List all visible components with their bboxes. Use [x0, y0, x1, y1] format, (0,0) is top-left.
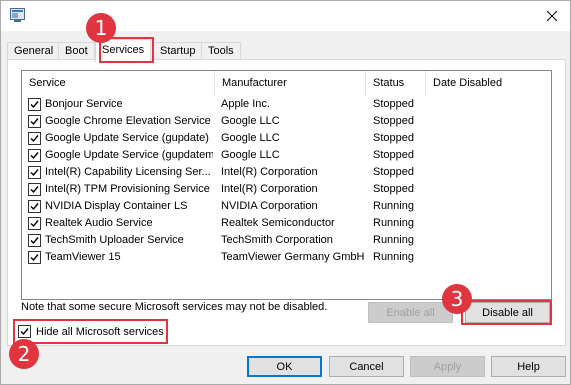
service-name: Google Update Service (gupdatem) [45, 149, 213, 161]
close-icon [547, 11, 557, 21]
service-status: Stopped [373, 115, 414, 127]
table-row[interactable]: NVIDIA Display Container LS NVIDIA Corpor… [22, 198, 551, 215]
hide-microsoft-services-check[interactable] [18, 325, 31, 338]
disable-all-button[interactable]: Disable all [465, 302, 550, 323]
service-name: Intel(R) TPM Provisioning Service [45, 183, 210, 195]
service-manufacturer: Google LLC [221, 115, 280, 127]
service-date-disabled [432, 113, 547, 130]
service-date-disabled [432, 198, 547, 215]
checkmark-icon [20, 328, 29, 336]
msconfig-icon [10, 8, 25, 22]
column-header-service[interactable]: Service [22, 71, 215, 96]
service-date-disabled [432, 215, 547, 232]
checkmark-icon [30, 152, 39, 160]
service-status: Running [373, 200, 414, 212]
service-checkbox[interactable] [28, 200, 41, 213]
service-status: Running [373, 251, 414, 263]
checkmark-icon [30, 101, 39, 109]
service-manufacturer: Intel(R) Corporation [221, 166, 318, 178]
enable-all-button[interactable]: Enable all [368, 302, 453, 323]
checkmark-icon [30, 254, 39, 262]
service-date-disabled [432, 96, 547, 113]
service-manufacturer: TeamViewer Germany GmbH [221, 251, 365, 263]
service-name: Realtek Audio Service [45, 217, 153, 229]
checkmark-icon [30, 118, 39, 126]
service-name: Bonjour Service [45, 98, 123, 110]
service-manufacturer: Google LLC [221, 132, 280, 144]
service-date-disabled [432, 249, 547, 266]
service-name: Intel(R) Capability Licensing Ser... [45, 166, 211, 178]
column-header-manufacturer[interactable]: Manufacturer [215, 71, 366, 96]
service-status: Stopped [373, 132, 414, 144]
table-row[interactable]: Realtek Audio Service Realtek Semiconduct… [22, 215, 551, 232]
service-manufacturer: Google LLC [221, 149, 280, 161]
table-row[interactable]: Intel(R) TPM Provisioning Service Intel(R… [22, 181, 551, 198]
service-status: Running [373, 234, 414, 246]
apply-button[interactable]: Apply [410, 356, 485, 377]
service-date-disabled [432, 181, 547, 198]
service-name: Google Update Service (gupdate) [45, 132, 209, 144]
table-row[interactable]: TechSmith Uploader Service TechSmith Corp… [22, 232, 551, 249]
service-name: TechSmith Uploader Service [45, 234, 184, 246]
services-panel: Service Manufacturer Status Date Disable… [7, 59, 566, 346]
service-manufacturer: Realtek Semiconductor [221, 217, 335, 229]
service-name: Google Chrome Elevation Service [45, 115, 211, 127]
column-header-date-disabled[interactable]: Date Disabled [426, 71, 551, 96]
service-manufacturer: TechSmith Corporation [221, 234, 333, 246]
service-date-disabled [432, 130, 547, 147]
checkmark-icon [30, 135, 39, 143]
checkmark-icon [30, 220, 39, 228]
service-manufacturer: NVIDIA Corporation [221, 200, 318, 212]
column-header-status[interactable]: Status [366, 71, 426, 96]
step-1-badge: 1 [86, 13, 116, 43]
service-status: Stopped [373, 149, 414, 161]
services-list[interactable]: Service Manufacturer Status Date Disable… [21, 70, 552, 300]
table-row[interactable]: Google Chrome Elevation Service Google LL… [22, 113, 551, 130]
service-checkbox[interactable] [28, 234, 41, 247]
service-checkbox[interactable] [28, 183, 41, 196]
service-checkbox[interactable] [28, 132, 41, 145]
service-status: Stopped [373, 98, 414, 110]
service-date-disabled [432, 232, 547, 249]
list-header: Service Manufacturer Status Date Disable… [22, 71, 551, 96]
hide-microsoft-services-label: Hide all Microsoft services [36, 326, 164, 338]
service-checkbox[interactable] [28, 166, 41, 179]
table-row[interactable]: Google Update Service (gupdate) Google LL… [22, 130, 551, 147]
service-status: Stopped [373, 183, 414, 195]
service-checkbox[interactable] [28, 217, 41, 230]
table-row[interactable]: Bonjour Service Apple Inc. Stopped [22, 96, 551, 113]
ok-button[interactable]: OK [247, 356, 322, 377]
cancel-button[interactable]: Cancel [329, 356, 404, 377]
help-button[interactable]: Help [491, 356, 566, 377]
service-checkbox[interactable] [28, 98, 41, 111]
step-3-badge: 3 [442, 284, 472, 314]
service-checkbox[interactable] [28, 251, 41, 264]
service-checkbox[interactable] [28, 149, 41, 162]
service-name: NVIDIA Display Container LS [45, 200, 188, 212]
service-manufacturer: Apple Inc. [221, 98, 270, 110]
checkmark-icon [30, 203, 39, 211]
table-row[interactable]: Intel(R) Capability Licensing Ser... Inte… [22, 164, 551, 181]
note-text: Note that some secure Microsoft services… [21, 301, 328, 313]
service-date-disabled [432, 164, 547, 181]
checkmark-icon [30, 186, 39, 194]
service-date-disabled [432, 147, 547, 164]
system-configuration-window: General Boot Services Startup Tools Serv… [0, 0, 571, 385]
service-status: Stopped [373, 166, 414, 178]
checkmark-icon [30, 169, 39, 177]
step-2-badge: 2 [9, 339, 39, 369]
checkmark-icon [30, 237, 39, 245]
service-status: Running [373, 217, 414, 229]
service-name: TeamViewer 15 [45, 251, 121, 263]
service-manufacturer: Intel(R) Corporation [221, 183, 318, 195]
service-checkbox[interactable] [28, 115, 41, 128]
close-button[interactable] [540, 5, 564, 27]
table-row[interactable]: TeamViewer 15 TeamViewer Germany GmbH Runn… [22, 249, 551, 266]
table-row[interactable]: Google Update Service (gupdatem) Google L… [22, 147, 551, 164]
